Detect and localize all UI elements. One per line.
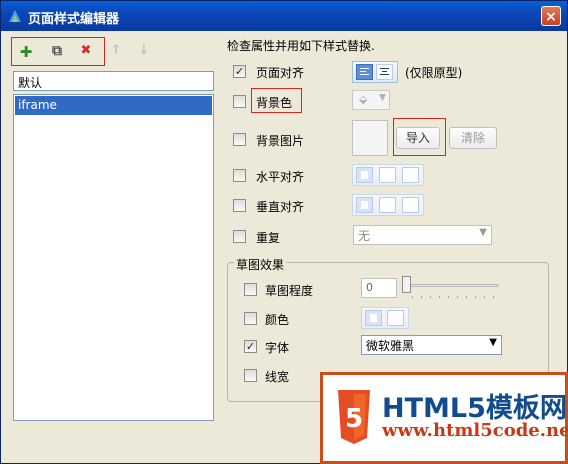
sketch-degree-label: 草图程度 <box>265 284 314 298</box>
h-align-label: 水平对齐 <box>256 170 305 184</box>
sketch-degree-checkbox[interactable] <box>244 283 257 296</box>
app-icon <box>9 10 21 22</box>
bg-color-checkbox[interactable] <box>233 95 246 108</box>
html5-shield-logo: 5 <box>338 390 370 444</box>
watermark-url: www.html5code.net <box>382 420 568 441</box>
bg-color-label: 背景色 <box>256 96 293 110</box>
sketch-font-checkbox[interactable]: ✓ <box>244 340 257 353</box>
v-align-checkbox[interactable] <box>233 199 246 212</box>
repeat-select[interactable]: 无 ▼ <box>353 225 492 245</box>
page-align-toggle[interactable] <box>352 61 398 83</box>
chevron-down-icon: ▼ <box>479 227 487 238</box>
v-align-bottom-button[interactable] <box>402 197 419 213</box>
h-align-checkbox[interactable] <box>233 169 246 182</box>
sketch-degree-slider-thumb[interactable] <box>402 276 411 293</box>
align-left-button[interactable] <box>356 64 373 80</box>
move-down-icon[interactable]: ↓ <box>136 43 152 59</box>
list-item[interactable]: iframe <box>15 96 212 115</box>
h-align-center-button[interactable] <box>379 167 396 183</box>
close-button[interactable]: × <box>541 6 561 26</box>
chevron-down-icon: ▼ <box>489 337 497 348</box>
chevron-down-icon: ▼ <box>379 93 386 103</box>
style-name-input[interactable]: 默认 <box>13 71 214 91</box>
color-off-button[interactable] <box>387 310 404 326</box>
paint-bucket-icon: ⬙ <box>359 93 368 106</box>
v-align-top-button[interactable] <box>356 197 373 213</box>
color-on-button[interactable] <box>365 310 382 326</box>
repeat-label: 重复 <box>256 231 281 245</box>
repeat-checkbox[interactable] <box>233 230 246 243</box>
prototype-only-note: (仅限原型) <box>405 66 463 80</box>
bg-image-label: 背景图片 <box>256 134 305 148</box>
window-title: 页面样式编辑器 <box>28 12 120 27</box>
v-align-toggle[interactable] <box>352 194 424 216</box>
bg-image-checkbox[interactable] <box>233 133 246 146</box>
sketch-degree-slider-track[interactable] <box>404 284 498 287</box>
instruction-text: 检查属性并用如下样式替换. <box>227 39 375 53</box>
v-align-label: 垂直对齐 <box>256 200 305 214</box>
clear-button[interactable]: 清除 <box>449 127 497 149</box>
copy-icon[interactable]: ⧉ <box>49 43 65 59</box>
style-list[interactable]: iframe <box>13 94 214 421</box>
line-width-checkbox[interactable] <box>244 369 257 382</box>
sketch-color-label: 颜色 <box>265 313 290 327</box>
page-align-checkbox[interactable]: ✓ <box>233 65 246 78</box>
sketch-color-checkbox[interactable] <box>244 312 257 325</box>
repeat-value: 无 <box>358 229 371 243</box>
line-width-label: 线宽 <box>265 370 290 384</box>
import-button[interactable]: 导入 <box>396 127 440 149</box>
bg-image-preview <box>352 120 388 156</box>
delete-icon[interactable]: ✖ <box>78 43 94 59</box>
v-align-middle-button[interactable] <box>379 197 396 213</box>
sketch-font-select[interactable]: 微软雅黑 ▼ <box>361 335 502 355</box>
align-center-button[interactable] <box>376 64 393 80</box>
html5-badge-text: 5 <box>345 404 363 434</box>
sketch-font-label: 字体 <box>265 341 290 355</box>
sketch-color-toggle[interactable] <box>361 307 409 329</box>
sketch-degree-input[interactable]: 0 <box>361 278 397 298</box>
sketch-font-value: 微软雅黑 <box>366 339 415 353</box>
page-align-label: 页面对齐 <box>256 66 305 80</box>
h-align-right-button[interactable] <box>402 167 419 183</box>
h-align-left-button[interactable] <box>356 167 373 183</box>
move-up-icon[interactable]: ↑ <box>108 43 124 59</box>
sketch-effect-title: 草图效果 <box>234 256 287 273</box>
h-align-toggle[interactable] <box>352 164 424 186</box>
title-bar[interactable]: 页面样式编辑器 × <box>1 1 567 31</box>
add-icon[interactable]: ✚ <box>18 43 34 61</box>
bg-color-picker[interactable]: ⬙ ▼ <box>352 90 390 110</box>
